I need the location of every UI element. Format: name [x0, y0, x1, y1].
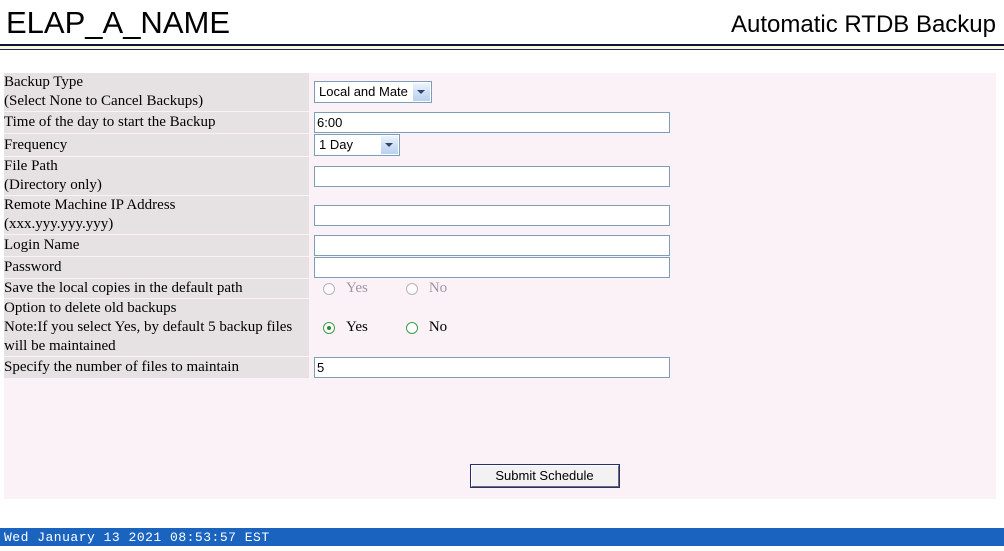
- status-timestamp: Wed January 13 2021 08:53:57 EST: [4, 530, 270, 545]
- delete-old-backups-radio-no[interactable]: No: [405, 319, 448, 337]
- row-label-delete-old-backups: Option to delete old backups Note:If you…: [4, 298, 309, 357]
- table-row: Specify the number of files to maintain: [4, 356, 996, 379]
- label-line-primary: Password: [4, 259, 62, 275]
- status-bar: Wed January 13 2021 08:53:57 EST: [0, 528, 1004, 546]
- files-to-maintain-input[interactable]: [314, 357, 670, 378]
- label-line-secondary: (Select None to Cancel Backups): [4, 93, 204, 109]
- submit-schedule-button[interactable]: Submit Schedule: [469, 464, 620, 488]
- label-line-secondary: (xxx.yyy.yyy.yyy): [4, 216, 114, 232]
- remote-ip-input[interactable]: [314, 204, 670, 226]
- radio-icon-selected: [323, 321, 335, 334]
- label-line-tertiary: will be maintained: [4, 338, 116, 354]
- row-label-password: Password: [4, 256, 309, 279]
- table-row: Password: [4, 256, 996, 279]
- row-value-password: [309, 256, 996, 279]
- row-value-file-path: [309, 156, 996, 196]
- label-line-primary: Time of the day to start the Backup: [4, 114, 216, 130]
- table-row: Remote Machine IP Address (xxx.yyy.yyy.y…: [4, 195, 996, 235]
- label-line-secondary: (Directory only): [4, 177, 102, 193]
- row-value-save-local-copies: Yes No: [309, 278, 996, 299]
- label-line-primary: Frequency: [4, 136, 68, 153]
- table-row: Save the local copies in the default pat…: [4, 278, 996, 299]
- table-row: File Path (Directory only): [4, 156, 996, 196]
- row-label-save-local-copies: Save the local copies in the default pat…: [4, 278, 309, 299]
- frequency-select[interactable]: 1 Day: [314, 134, 400, 156]
- table-row: Time of the day to start the Backup: [4, 111, 996, 134]
- row-label-start-time: Time of the day to start the Backup: [4, 111, 309, 134]
- row-label-frequency: Frequency: [4, 133, 309, 157]
- header-divider-dark-lower: [0, 49, 1004, 50]
- label-line-primary: Backup Type: [4, 74, 84, 90]
- system-name: ELAP_A_NAME: [6, 5, 230, 40]
- save-local-copies-radio-group: Yes No: [309, 279, 996, 297]
- login-name-input[interactable]: [314, 235, 670, 256]
- label-line-primary: Option to delete old backups: [4, 300, 177, 316]
- table-row: Frequency 1 Day: [4, 133, 996, 157]
- save-local-copies-radio-no[interactable]: No: [405, 280, 448, 298]
- radio-label-no: No: [428, 280, 448, 297]
- form-actions: Submit Schedule: [4, 464, 996, 488]
- start-time-input[interactable]: [314, 112, 670, 133]
- radio-icon: [323, 282, 335, 295]
- radio-icon: [405, 321, 418, 334]
- label-line-primary: Remote Machine IP Address: [4, 197, 176, 213]
- radio-label-yes: Yes: [346, 280, 368, 297]
- backup-schedule-form: Backup Type (Select None to Cancel Backu…: [4, 73, 996, 379]
- row-label-backup-type: Backup Type (Select None to Cancel Backu…: [4, 73, 309, 112]
- table-row: Login Name: [4, 234, 996, 257]
- chevron-down-icon[interactable]: [412, 83, 430, 101]
- backup-type-select[interactable]: Local and Mate: [314, 81, 432, 103]
- chevron-down-icon[interactable]: [380, 136, 398, 154]
- table-row: Option to delete old backups Note:If you…: [4, 298, 996, 357]
- row-value-delete-old-backups: Yes No: [309, 298, 996, 357]
- row-label-login-name: Login Name: [4, 234, 309, 257]
- label-line-primary: Login Name: [4, 237, 80, 253]
- label-line-secondary: Note:If you select Yes, by default 5 bac…: [4, 319, 293, 335]
- page-header: ELAP_A_NAME Automatic RTDB Backup: [0, 0, 1004, 44]
- row-value-login-name: [309, 234, 996, 257]
- label-line-primary: File Path: [4, 158, 58, 174]
- save-local-copies-radio-yes[interactable]: Yes: [323, 280, 368, 298]
- row-label-file-path: File Path (Directory only): [4, 156, 309, 196]
- label-line-primary: Save the local copies in the default pat…: [4, 280, 243, 296]
- row-value-remote-ip: [309, 195, 996, 235]
- content-panel: Backup Type (Select None to Cancel Backu…: [4, 73, 996, 499]
- delete-old-backups-radio-group: Yes No: [309, 318, 996, 336]
- row-label-files-to-maintain: Specify the number of files to maintain: [4, 356, 309, 379]
- radio-label-no: No: [428, 319, 448, 336]
- password-input[interactable]: [314, 257, 670, 278]
- row-value-start-time: [309, 111, 996, 134]
- radio-label-yes: Yes: [346, 319, 368, 336]
- row-value-backup-type: Local and Mate: [309, 73, 996, 112]
- file-path-input[interactable]: [314, 165, 670, 187]
- row-value-files-to-maintain: [309, 356, 996, 379]
- delete-old-backups-radio-yes[interactable]: Yes: [323, 319, 368, 337]
- label-line-primary: Specify the number of files to maintain: [4, 359, 239, 375]
- row-value-frequency: 1 Day: [309, 133, 996, 157]
- row-label-remote-ip: Remote Machine IP Address (xxx.yyy.yyy.y…: [4, 195, 309, 235]
- radio-icon: [405, 282, 418, 295]
- page-title: Automatic RTDB Backup: [731, 11, 996, 38]
- table-row: Backup Type (Select None to Cancel Backu…: [4, 73, 996, 112]
